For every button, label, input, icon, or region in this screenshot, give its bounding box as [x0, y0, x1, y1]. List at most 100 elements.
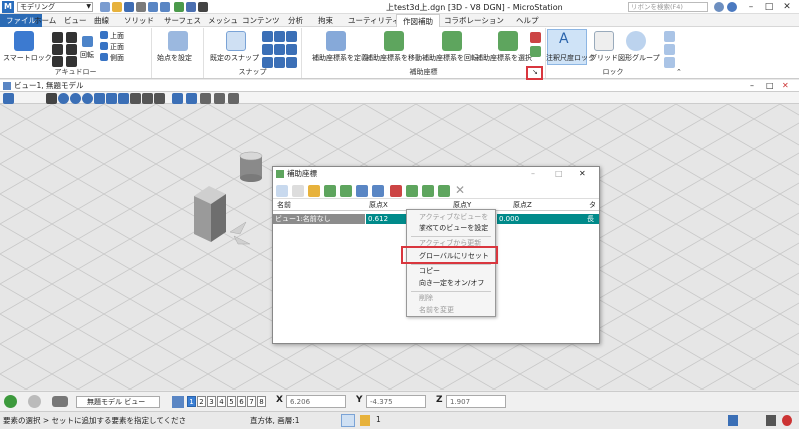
graphic-group-button[interactable]: 図形グループ — [618, 53, 660, 63]
print-icon[interactable] — [136, 2, 146, 12]
copy-view-icon[interactable] — [172, 93, 183, 104]
acs-attach-icon[interactable] — [438, 185, 450, 197]
new-acs-icon[interactable] — [276, 185, 288, 197]
view-maximize-icon[interactable]: □ — [766, 80, 774, 91]
column-name[interactable]: 名前 — [277, 200, 291, 211]
lock-icon-2[interactable] — [52, 44, 63, 55]
model-type-icon[interactable] — [52, 396, 68, 407]
pointer-icon[interactable] — [198, 2, 208, 12]
snap-center-icon[interactable] — [286, 31, 297, 42]
annotation-scale-lock-button[interactable]: 注釈尺度ロック — [546, 53, 595, 63]
view-button-8[interactable]: 8 — [257, 396, 266, 407]
column-origin-x[interactable]: 原点X — [369, 200, 388, 211]
forward-icon[interactable] — [28, 395, 41, 408]
copy-acs-icon[interactable] — [292, 185, 304, 197]
fit-view-icon[interactable] — [94, 93, 105, 104]
snap-origin-icon[interactable] — [274, 44, 285, 55]
window-area-icon[interactable] — [82, 93, 93, 104]
snap-bisector-icon[interactable] — [286, 44, 297, 55]
user-icon[interactable] — [727, 2, 737, 12]
side-view-button[interactable]: 側面 — [110, 53, 124, 63]
column-origin-z[interactable]: 原点Z — [513, 200, 532, 211]
lock-icon-3[interactable] — [52, 56, 63, 67]
microstation-logo-icon[interactable]: M — [2, 1, 14, 13]
tab-solids[interactable]: ソリッド — [118, 14, 160, 27]
pan-view-icon[interactable] — [118, 93, 129, 104]
menu-item-toggle-fixed-orientation[interactable]: 向き一定をオン/オフ — [407, 278, 495, 289]
new-file-icon[interactable] — [100, 2, 110, 12]
top-view-button[interactable]: 上面 — [110, 31, 124, 41]
view-display-icon[interactable] — [186, 93, 197, 104]
close-icon[interactable]: ✕ — [780, 0, 794, 14]
lock-icon-6[interactable] — [66, 56, 77, 67]
lock-option-icon-2[interactable] — [664, 44, 675, 55]
menu-item-copy[interactable]: コピー — [407, 266, 495, 277]
tab-content[interactable]: コンテンツ — [236, 14, 286, 27]
status-alert-icon[interactable] — [782, 415, 792, 426]
ribbon-search-input[interactable]: リボンを検索(F4) — [628, 2, 708, 12]
status-settings-icon[interactable] — [766, 415, 776, 426]
dialog-minimize-icon[interactable]: – — [531, 167, 535, 181]
acs-extra-icon-2[interactable] — [530, 46, 541, 57]
view-button-4[interactable]: 4 — [217, 396, 226, 407]
select-acs-button[interactable]: 補助座標系を選択 — [476, 53, 532, 63]
dialog-maximize-icon[interactable]: □ — [555, 167, 563, 181]
view-minimize-icon[interactable]: – — [750, 80, 754, 91]
rotate-button[interactable]: 回転 — [80, 50, 94, 60]
tab-drawing-aids[interactable]: 作図補助 — [396, 14, 440, 27]
model-selector[interactable]: 無題モデル ビュー — [76, 396, 160, 408]
view-button-3[interactable]: 3 — [207, 396, 216, 407]
tab-constraints[interactable]: 拘束 — [312, 14, 339, 27]
tab-help[interactable]: ヘルプ — [510, 14, 545, 27]
view-button-2[interactable]: 2 — [197, 396, 206, 407]
back-icon[interactable] — [4, 395, 17, 408]
tab-surfaces[interactable]: サーフェス — [158, 14, 207, 27]
view-button-5[interactable]: 5 — [227, 396, 236, 407]
acs-extra-icon[interactable] — [530, 32, 541, 43]
front-view-button[interactable]: 正面 — [110, 42, 124, 52]
undo-icon[interactable] — [148, 2, 158, 12]
lock-icon-4[interactable] — [66, 32, 77, 43]
default-snap-button[interactable]: 既定のスナップ — [210, 53, 259, 63]
define-by-view-icon[interactable] — [356, 185, 368, 197]
define-by-element-icon[interactable] — [324, 185, 336, 197]
view-button-7[interactable]: 7 — [247, 396, 256, 407]
maximize-icon[interactable]: □ — [762, 0, 776, 14]
tab-analysis[interactable]: 分析 — [282, 14, 309, 27]
y-coordinate-input[interactable]: -4.375 — [366, 395, 426, 408]
snap-keypoint-icon[interactable] — [262, 31, 273, 42]
open-folder-icon[interactable] — [112, 2, 122, 12]
view-button-1[interactable]: 1 — [187, 396, 196, 407]
dialog-close-icon[interactable]: ✕ — [579, 167, 586, 181]
delete-acs-icon[interactable]: ✕ — [455, 183, 465, 197]
snap-nearest-icon[interactable] — [274, 31, 285, 42]
element-icon[interactable] — [186, 2, 196, 12]
set-origin-button[interactable]: 始点を設定 — [157, 53, 192, 63]
workspace-selector[interactable]: モデリング ▼ — [17, 2, 93, 12]
menu-item-set-active-view[interactable]: アクティブなビューを設定 — [407, 212, 495, 232]
menu-item-delete[interactable]: 削除 — [407, 293, 495, 304]
minimize-icon[interactable]: – — [744, 0, 758, 14]
z-coordinate-input[interactable]: 1.907 — [446, 395, 506, 408]
walk-icon[interactable] — [130, 93, 141, 104]
view-attributes-icon[interactable] — [3, 93, 14, 104]
accudraw-status-icon[interactable] — [341, 414, 355, 427]
box-solid[interactable] — [194, 186, 226, 242]
view-groups-icon[interactable] — [172, 396, 184, 408]
define-aligned-icon[interactable] — [372, 185, 384, 197]
clip-volume-icon[interactable] — [200, 93, 211, 104]
cylinder-solid[interactable] — [239, 151, 263, 182]
lock-icon-5[interactable] — [66, 44, 77, 55]
dialog-title-bar[interactable]: 補助座標 – □ ✕ — [273, 167, 599, 181]
rotate-acs-button[interactable]: 補助座標系を回転 — [422, 53, 478, 63]
define-acs-button[interactable]: 補助座標系を定義 — [312, 53, 368, 63]
zoom-out-icon[interactable] — [70, 93, 81, 104]
column-type[interactable]: タ — [589, 200, 596, 211]
tab-collaboration[interactable]: コラボレーション — [438, 14, 510, 27]
lock-status-icon[interactable] — [360, 415, 370, 426]
status-tool-icon[interactable] — [728, 415, 738, 426]
grid-button[interactable]: グリッド — [590, 53, 618, 63]
display-style-icon[interactable] — [214, 93, 225, 104]
redo-icon[interactable] — [160, 2, 170, 12]
snap-midpoint-icon[interactable] — [262, 44, 273, 55]
